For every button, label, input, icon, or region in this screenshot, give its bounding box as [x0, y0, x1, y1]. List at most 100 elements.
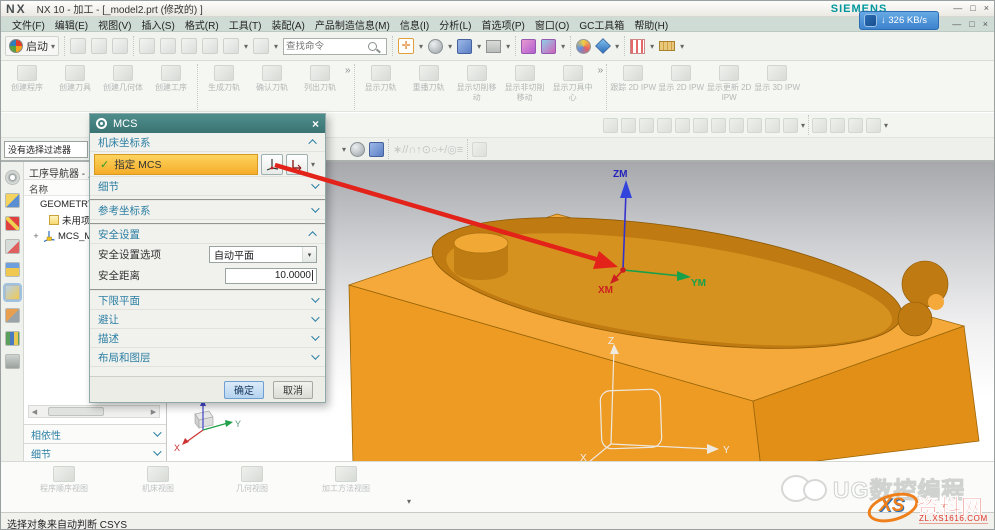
details-panel-header[interactable]: 细节: [24, 443, 166, 462]
paste-icon[interactable]: [181, 38, 197, 54]
note-icon[interactable]: [693, 118, 708, 133]
cancel-button[interactable]: 取消: [273, 381, 313, 399]
menu-item[interactable]: 视图(V): [93, 21, 136, 32]
fit-view-icon[interactable]: ✛: [398, 38, 414, 54]
open-file-icon[interactable]: [91, 38, 107, 54]
orient-view-icon[interactable]: [457, 39, 472, 54]
toolbar-overflow-icon[interactable]: ▾: [407, 497, 411, 512]
ribbon-button[interactable]: 显示刀轨: [357, 63, 405, 102]
ribbon-button[interactable]: 显示 3D IPW: [753, 63, 801, 102]
section-machine-csys[interactable]: 机床坐标系: [90, 133, 325, 152]
assembly-navigator-icon[interactable]: [5, 193, 20, 208]
snap-settings-icon[interactable]: [472, 142, 487, 157]
menu-item[interactable]: 编辑(E): [50, 21, 93, 32]
grid-icon[interactable]: [657, 118, 672, 133]
restore-icon[interactable]: □: [970, 4, 975, 13]
workpiece-icon[interactable]: [848, 118, 863, 133]
render-style-icon[interactable]: [428, 39, 443, 54]
dialog-close-icon[interactable]: ×: [312, 117, 319, 131]
selection-filter-combobox[interactable]: 没有选择过滤器: [4, 141, 88, 158]
history-icon[interactable]: [5, 354, 20, 369]
roller-gear-icon[interactable]: [5, 170, 20, 185]
ribbon-button[interactable]: 创建工序: [147, 63, 195, 93]
ribbon-button[interactable]: 列出刀轨: [296, 63, 344, 93]
gouge-check-icon[interactable]: [830, 118, 845, 133]
dependencies-panel-header[interactable]: 相依性: [24, 424, 166, 443]
menu-item[interactable]: 产品制造信息(M): [310, 21, 395, 32]
window-icon[interactable]: [486, 40, 501, 53]
report-icon[interactable]: [711, 118, 726, 133]
menu-item[interactable]: GC工具箱: [574, 21, 629, 32]
group-overflow-icon[interactable]: »: [344, 63, 352, 76]
entire-assembly-icon[interactable]: [350, 142, 365, 157]
ok-button[interactable]: 确定: [224, 381, 264, 399]
mcs-dialog[interactable]: MCS × 机床坐标系 ✓ 指定 MCS ▾ 细节 参考坐标系: [89, 113, 326, 403]
section-layout-layers[interactable]: 布局和图层: [90, 348, 325, 367]
menu-item[interactable]: 插入(S): [136, 21, 179, 32]
ribbon-button[interactable]: 跟踪 2D IPW: [609, 63, 657, 102]
constraint-navigator-icon[interactable]: [5, 216, 20, 231]
library-icon[interactable]: [5, 331, 20, 346]
show-toolpath-icon[interactable]: [603, 118, 618, 133]
transform-icon[interactable]: [729, 118, 744, 133]
view-toolbar-button[interactable]: 程序顺序视图: [31, 466, 97, 512]
safe-distance-input[interactable]: 10.0000: [225, 268, 317, 284]
machine-icon[interactable]: [866, 118, 881, 133]
part-navigator-icon[interactable]: [5, 239, 20, 254]
section-reference-csys[interactable]: 参考坐标系: [90, 201, 325, 220]
section-details[interactable]: 细节: [90, 177, 325, 196]
snap-point-icon[interactable]: ○: [431, 144, 438, 156]
render-dropdown-icon[interactable]: ▾: [448, 42, 452, 51]
true-shading-icon[interactable]: [576, 39, 591, 54]
ribbon-button[interactable]: 创建刀具: [51, 63, 99, 93]
touch-mode-icon[interactable]: [253, 38, 269, 54]
machine-tool-navigator-icon[interactable]: [5, 308, 20, 323]
horizontal-scrollbar[interactable]: ◀ ▶: [28, 405, 160, 418]
display-dropdown-icon[interactable]: ▾: [561, 42, 565, 51]
verify-icon[interactable]: [812, 118, 827, 133]
filter-dropdown-icon[interactable]: ▾: [342, 145, 346, 154]
ribbon-button[interactable]: 重播刀轨: [405, 63, 453, 102]
snap-point-icon[interactable]: ◎: [447, 144, 457, 156]
assembly-constraint-icon[interactable]: [595, 38, 611, 54]
lobe-cut-lower[interactable]: [898, 302, 932, 336]
menu-item[interactable]: 格式(R): [180, 21, 224, 32]
specify-mcs-field[interactable]: ✓ 指定 MCS: [94, 154, 258, 175]
child-restore-icon[interactable]: □: [969, 20, 974, 29]
section-avoidance[interactable]: 避让: [90, 310, 325, 329]
menu-item[interactable]: 信息(I): [395, 21, 434, 32]
csys-dropdown-icon[interactable]: ▾: [311, 160, 315, 169]
ribbon-button[interactable]: 显示 2D IPW: [657, 63, 705, 102]
show-hide-icon[interactable]: [521, 39, 536, 54]
clock-icon[interactable]: [765, 118, 780, 133]
touch-dropdown-icon[interactable]: ▾: [274, 42, 278, 51]
menu-item[interactable]: 工具(T): [224, 21, 267, 32]
ribbon-button[interactable]: 显示刀具中心: [549, 63, 597, 102]
combo-dropdown-icon[interactable]: ▾: [302, 247, 316, 262]
interpart-link-icon[interactable]: [630, 39, 645, 54]
snap-point-icon[interactable]: ⊙: [422, 144, 431, 156]
solid-body-filter-icon[interactable]: [369, 142, 384, 157]
tools-dropdown-icon[interactable]: ▾: [801, 121, 805, 130]
close-icon[interactable]: ×: [984, 4, 989, 13]
search-input[interactable]: [286, 41, 368, 52]
measure-dropdown-icon[interactable]: ▾: [680, 42, 684, 51]
link-dropdown-icon[interactable]: ▾: [650, 42, 654, 51]
csys-dialog-button[interactable]: [261, 154, 283, 175]
snap-point-icon[interactable]: ∗: [393, 144, 402, 156]
menu-item[interactable]: 分析(L): [434, 21, 476, 32]
cut-icon[interactable]: [139, 38, 155, 54]
ribbon-button[interactable]: 创建几何体: [99, 63, 147, 93]
undo-icon[interactable]: [223, 38, 239, 54]
cylinder-boss[interactable]: [454, 233, 508, 280]
tree-expander[interactable]: +: [32, 231, 40, 241]
menu-item[interactable]: 文件(F): [7, 21, 50, 32]
operation-navigator-icon[interactable]: [5, 285, 20, 300]
delete-icon[interactable]: [202, 38, 218, 54]
copy-icon[interactable]: [160, 38, 176, 54]
menu-item[interactable]: 装配(A): [266, 21, 309, 32]
point-dialog-button[interactable]: [286, 154, 308, 175]
view-toolbar-button[interactable]: 几何视图: [219, 466, 285, 512]
ribbon-button[interactable]: 显示非切削移动: [501, 63, 549, 102]
window-dropdown-icon[interactable]: ▾: [506, 42, 510, 51]
